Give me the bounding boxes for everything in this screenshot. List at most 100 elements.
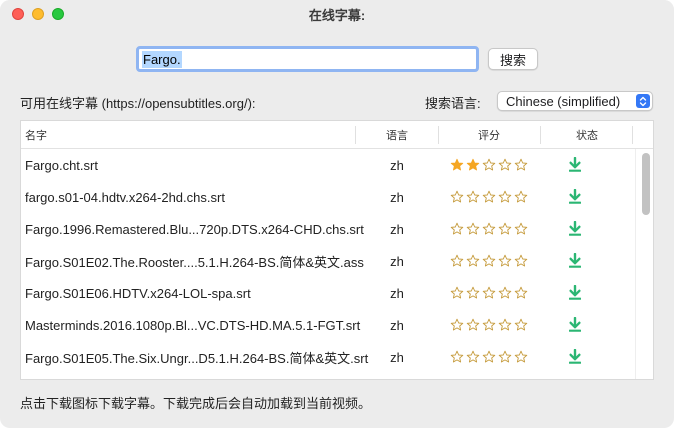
subtitle-rating <box>438 309 540 341</box>
scrollbar-thumb[interactable] <box>642 153 650 215</box>
star-empty-icon <box>498 318 512 331</box>
subtitle-rating <box>438 181 540 213</box>
download-icon <box>569 285 581 300</box>
column-divider <box>632 126 633 144</box>
star-empty-icon <box>514 222 528 235</box>
star-empty-icon <box>514 318 528 331</box>
subtitle-rating <box>438 213 540 245</box>
column-header-rating[interactable]: 评分 <box>438 121 540 149</box>
star-empty-icon <box>482 222 496 235</box>
table-row[interactable]: Fargo.S01E05.The.Six.Ungr...D5.1.H.264-B… <box>21 341 635 373</box>
table-row[interactable]: fargo.s01-04.hdtv.x264-2hd.chs.srt zh <box>21 181 635 213</box>
subtitle-lang: zh <box>390 317 404 333</box>
star-empty-icon <box>514 190 528 203</box>
star-empty-icon <box>498 190 512 203</box>
star-filled-icon <box>466 158 480 171</box>
subtitle-lang: zh <box>390 253 404 269</box>
search-input-value: Fargo. <box>142 50 182 68</box>
search-button[interactable]: 搜索 <box>488 48 538 70</box>
download-button[interactable] <box>540 309 610 341</box>
download-icon <box>569 317 581 332</box>
star-empty-icon <box>450 350 464 363</box>
subtitle-lang: zh <box>390 189 404 205</box>
download-button[interactable] <box>540 341 610 373</box>
subtitle-name: Masterminds.2016.1080p.Bl...VC.DTS-HD.MA… <box>25 317 361 333</box>
column-header-lang[interactable]: 语言 <box>356 121 438 149</box>
star-empty-icon <box>482 350 496 363</box>
star-filled-icon <box>450 158 464 171</box>
search-input[interactable]: Fargo. <box>136 46 479 72</box>
subtitle-rating <box>438 277 540 309</box>
download-icon <box>569 189 581 204</box>
table-row[interactable]: Fargo.cht.srt zh <box>21 149 635 181</box>
download-icon <box>569 253 581 268</box>
download-button[interactable] <box>540 245 610 277</box>
table-body: Fargo.cht.srt zh fargo.s01-04.hdtv.x264-2h… <box>21 149 635 379</box>
star-empty-icon <box>482 190 496 203</box>
star-empty-icon <box>450 222 464 235</box>
subtitle-lang: zh <box>390 221 404 237</box>
table-row[interactable]: Masterminds.2016.1080p.Bl...VC.DTS-HD.MA… <box>21 309 635 341</box>
star-empty-icon <box>482 158 496 171</box>
star-empty-icon <box>514 254 528 267</box>
download-button[interactable] <box>540 213 610 245</box>
search-language-label: 搜索语言: <box>425 96 481 111</box>
star-empty-icon <box>466 350 480 363</box>
available-subtitles-label: 可用在线字幕 (https://opensubtitles.org/): <box>20 96 256 111</box>
subtitle-rating <box>438 245 540 277</box>
star-empty-icon <box>450 318 464 331</box>
star-empty-icon <box>450 286 464 299</box>
star-empty-icon <box>450 254 464 267</box>
close-window-button[interactable] <box>12 8 24 20</box>
star-empty-icon <box>466 222 480 235</box>
download-button[interactable] <box>540 277 610 309</box>
subtitle-name: Fargo.1996.Remastered.Blu...720p.DTS.x26… <box>25 221 364 237</box>
download-button[interactable] <box>540 181 610 213</box>
star-empty-icon <box>482 318 496 331</box>
subtitle-name: fargo.s01-04.hdtv.x264-2hd.chs.srt <box>25 189 225 205</box>
subtitle-lang: zh <box>390 157 404 173</box>
download-icon <box>569 157 581 172</box>
subtitle-table: 名字 语言 评分 状态 Fargo.cht.srt zh fargo.s01-04.… <box>20 120 654 380</box>
window-controls <box>12 8 64 20</box>
star-empty-icon <box>482 254 496 267</box>
language-select-value: Chinese (simplified) <box>506 93 621 109</box>
star-empty-icon <box>514 350 528 363</box>
subtitle-rating <box>438 341 540 373</box>
window-title: 在线字幕: <box>308 7 366 23</box>
table-row[interactable]: Fargo.S01E06.HDTV.x264-LOL-spa.srt zh <box>21 277 635 309</box>
star-empty-icon <box>514 158 528 171</box>
star-empty-icon <box>466 190 480 203</box>
subtitle-name: Fargo.S01E02.The.Rooster....5.1.H.264-BS… <box>25 254 364 270</box>
star-empty-icon <box>498 286 512 299</box>
title-bar: 在线字幕: <box>0 0 674 28</box>
star-empty-icon <box>498 222 512 235</box>
download-icon <box>569 221 581 236</box>
table-row[interactable]: Fargo.S01E02.The.Rooster....5.1.H.264-BS… <box>21 245 635 277</box>
search-row: Fargo. 搜索 <box>0 46 674 72</box>
minimize-window-button[interactable] <box>32 8 44 20</box>
language-select[interactable]: Chinese (simplified) <box>497 91 653 111</box>
star-empty-icon <box>498 350 512 363</box>
subtitle-lang: zh <box>390 285 404 301</box>
subtitle-window: 在线字幕: Fargo. 搜索 可用在线字幕 (https://opensubt… <box>0 0 674 428</box>
footer-hint: 点击下载图标下载字幕。下载完成后会自动加载到当前视频。 <box>20 396 372 411</box>
download-button[interactable] <box>540 149 610 181</box>
star-empty-icon <box>466 318 480 331</box>
star-empty-icon <box>482 286 496 299</box>
star-empty-icon <box>466 254 480 267</box>
subtitle-name: Fargo.cht.srt <box>25 157 98 173</box>
table-scrollbar[interactable] <box>635 149 653 379</box>
star-empty-icon <box>498 254 512 267</box>
options-row: 可用在线字幕 (https://opensubtitles.org/): 搜索语… <box>20 91 654 111</box>
star-empty-icon <box>498 158 512 171</box>
table-header: 名字 语言 评分 状态 <box>21 121 653 149</box>
download-icon <box>569 349 581 364</box>
table-row[interactable]: Fargo.1996.Remastered.Blu...720p.DTS.x26… <box>21 213 635 245</box>
star-empty-icon <box>466 286 480 299</box>
zoom-window-button[interactable] <box>52 8 64 20</box>
column-header-name[interactable]: 名字 <box>25 121 47 149</box>
star-empty-icon <box>514 286 528 299</box>
column-header-status[interactable]: 状态 <box>540 121 634 149</box>
subtitle-name: Fargo.S01E06.HDTV.x264-LOL-spa.srt <box>25 285 251 301</box>
